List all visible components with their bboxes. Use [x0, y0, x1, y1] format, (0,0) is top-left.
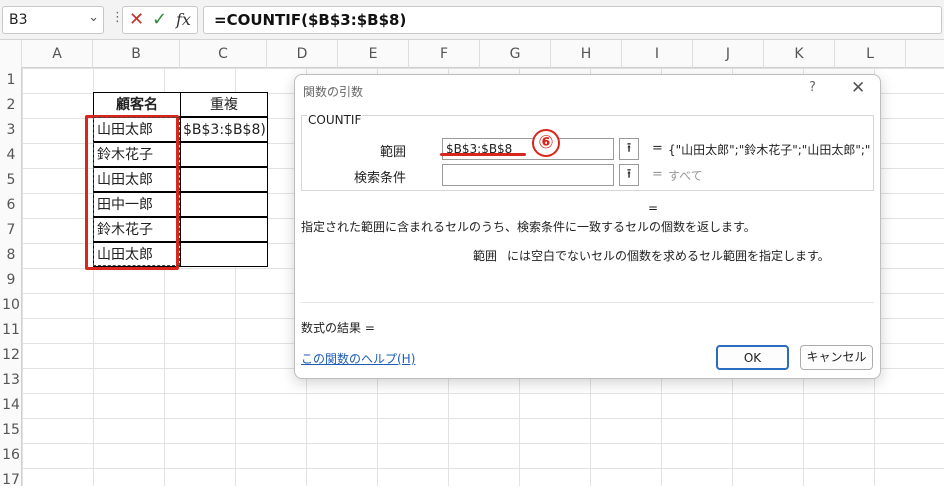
- divider: [301, 302, 874, 303]
- column-header-e[interactable]: E: [338, 40, 409, 68]
- column-header-b[interactable]: B: [93, 40, 180, 68]
- arg2-result: すべて: [668, 169, 703, 183]
- formula-buttons: ✕ ✓ fx: [122, 6, 198, 34]
- row-header-15[interactable]: 15: [0, 418, 22, 443]
- help-icon[interactable]: ?: [809, 80, 816, 95]
- row-header-8[interactable]: 8: [0, 243, 22, 268]
- formula-result-label: 数式の結果 =: [301, 321, 375, 335]
- function-help-link[interactable]: この関数のヘルプ(H): [301, 350, 415, 367]
- row-header-3[interactable]: 3: [0, 118, 22, 143]
- cell-c3[interactable]: $B$3:$B$8): [180, 117, 268, 142]
- cell-c5[interactable]: [180, 167, 268, 192]
- arg2-equals: =: [652, 167, 663, 182]
- row-header-2[interactable]: 2: [0, 93, 22, 118]
- column-header-d[interactable]: D: [267, 40, 338, 68]
- row-header-12[interactable]: 12: [0, 343, 22, 368]
- column-header-g[interactable]: G: [480, 40, 551, 68]
- row-headers: 1 2 3 4 5 6 7 8 9 10 11 12 13 14 15 16 17: [0, 68, 22, 488]
- collapse-dialog-button[interactable]: ⭱: [619, 138, 639, 160]
- cell-c7[interactable]: [180, 217, 268, 242]
- row-header-13[interactable]: 13: [0, 368, 22, 393]
- criteria-input[interactable]: [442, 164, 614, 186]
- arguments-group: 範囲 $B$3:$B$8 ⭱ = {"山田太郎";"鈴木花子";"山田太郎";"…: [301, 115, 874, 191]
- column-header-j[interactable]: J: [693, 40, 764, 68]
- name-box[interactable]: B3 ⌄: [2, 6, 104, 34]
- row-header-5[interactable]: 5: [0, 168, 22, 193]
- row-header-6[interactable]: 6: [0, 193, 22, 218]
- ok-button[interactable]: OK: [716, 345, 789, 370]
- row-header-7[interactable]: 7: [0, 218, 22, 243]
- row-header-9[interactable]: 9: [0, 268, 22, 293]
- row-header-11[interactable]: 11: [0, 318, 22, 343]
- cell-c2-header[interactable]: 重複: [180, 92, 268, 117]
- annotation-underline: [440, 153, 526, 156]
- row-header-10[interactable]: 10: [0, 293, 22, 318]
- row-header-14[interactable]: 14: [0, 393, 22, 418]
- column-header-f[interactable]: F: [409, 40, 480, 68]
- arg-help-text: には空白でないセルの個数を求めるセル範囲を指定します。: [507, 249, 830, 263]
- select-all-corner[interactable]: [0, 40, 22, 68]
- row-header-16[interactable]: 16: [0, 443, 22, 468]
- cell-c4[interactable]: [180, 142, 268, 167]
- arg1-equals: =: [652, 141, 663, 156]
- arg1-label: 範囲: [379, 145, 406, 160]
- annotation-number-badge: ⑥: [532, 129, 560, 157]
- column-header-a[interactable]: A: [22, 40, 93, 68]
- function-name: COUNTIF: [307, 113, 363, 127]
- close-icon[interactable]: ✕: [851, 78, 865, 98]
- column-headers: ABCDEFGHIJKL: [0, 40, 944, 68]
- arg1-result: {"山田太郎";"鈴木花子";"山田太郎";": [668, 143, 871, 157]
- name-box-value: B3: [9, 12, 28, 28]
- chevron-down-icon[interactable]: ⌄: [88, 10, 99, 25]
- row-header-1[interactable]: 1: [0, 68, 22, 93]
- cell-b2-header[interactable]: 顧客名: [93, 92, 181, 117]
- column-header-c[interactable]: C: [180, 40, 267, 68]
- column-header-l[interactable]: L: [835, 40, 906, 68]
- row-header-4[interactable]: 4: [0, 143, 22, 168]
- dialog-title: 関数の引数: [303, 85, 364, 99]
- insert-function-icon[interactable]: fx: [176, 10, 191, 29]
- range-input[interactable]: $B$3:$B$8: [442, 138, 614, 160]
- formula-bar: B3 ⌄ ⋮ ✕ ✓ fx =COUNTIF($B$3:$B$8): [0, 0, 944, 40]
- arg2-label: 検索条件: [353, 171, 406, 186]
- collapse-dialog-button[interactable]: ⭱: [619, 164, 639, 186]
- enter-icon[interactable]: ✓: [152, 9, 167, 30]
- column-header-k[interactable]: K: [764, 40, 835, 68]
- column-header-i[interactable]: I: [622, 40, 693, 68]
- column-header-h[interactable]: H: [551, 40, 622, 68]
- cell-c8[interactable]: [180, 242, 268, 267]
- arg-help-name: 範囲: [473, 249, 498, 263]
- cancel-icon[interactable]: ✕: [129, 9, 144, 30]
- function-description: 指定された範囲に含まれるセルのうち、検索条件に一致するセルの個数を返します。: [301, 220, 756, 234]
- formula-input[interactable]: =COUNTIF($B$3:$B$8): [203, 6, 942, 34]
- range-selection-marquee: [93, 117, 180, 266]
- cell-c6[interactable]: [180, 192, 268, 217]
- function-result-equals: =: [648, 201, 659, 215]
- function-arguments-dialog: 関数の引数 ? ✕ 範囲 $B$3:$B$8 ⭱ = {"山田太郎";"鈴木花子…: [294, 74, 881, 379]
- row-header-17[interactable]: 17: [0, 468, 22, 493]
- cancel-button[interactable]: キャンセル: [800, 345, 873, 370]
